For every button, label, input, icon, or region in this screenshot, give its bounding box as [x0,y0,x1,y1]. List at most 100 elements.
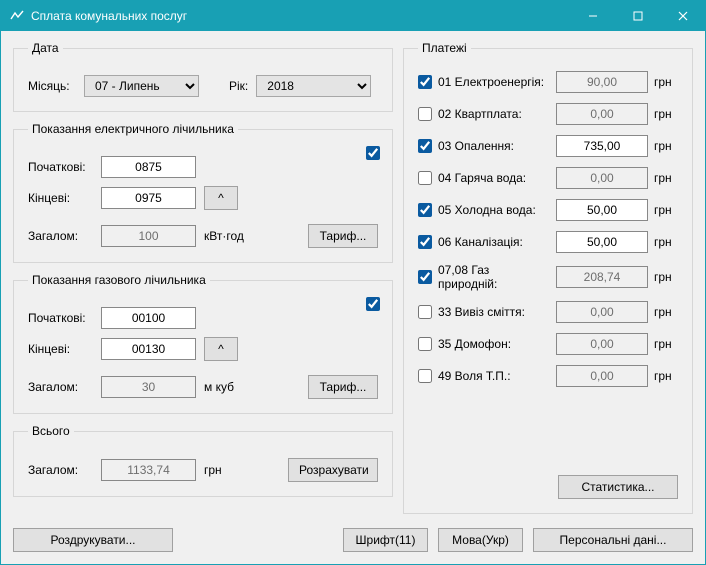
electric-tariff-button[interactable]: Тариф... [308,224,378,248]
electric-total-output [101,225,196,247]
payment-checkbox[interactable] [418,171,432,185]
payment-amount-input [556,365,648,387]
payment-unit: грн [654,270,678,284]
gas-start-input[interactable] [101,307,196,329]
payment-unit: грн [654,337,678,351]
payment-checkbox[interactable] [418,235,432,249]
payment-amount-input[interactable] [556,199,648,221]
payment-label: 02 Квартплата: [438,107,550,121]
payment-row: 01 Електроенергія: грн [418,71,678,93]
payment-checkbox[interactable] [418,369,432,383]
electric-legend: Показання електричного лічильника [28,122,238,136]
payment-row: 49 Воля Т.П.: грн [418,365,678,387]
payment-row: 05 Холодна вода: грн [418,199,678,221]
font-button[interactable]: Шрифт(11) [343,528,428,552]
payment-amount-input[interactable] [556,231,648,253]
titlebar: Сплата комунальних послуг [1,1,705,31]
payment-row: 35 Домофон: грн [418,333,678,355]
payment-label: 03 Опалення: [438,139,550,153]
payment-checkbox[interactable] [418,75,432,89]
payment-unit: грн [654,203,678,217]
gas-start-label: Початкові: [28,311,93,325]
payment-amount-input [556,71,648,93]
electric-start-input[interactable] [101,156,196,178]
payment-checkbox[interactable] [418,337,432,351]
window-title: Сплата комунальних послуг [31,9,570,23]
electric-start-label: Початкові: [28,160,93,174]
statistics-button[interactable]: Статистика... [558,475,678,499]
gas-legend: Показання газового лічильника [28,273,210,287]
gas-enabled-checkbox[interactable] [366,297,380,311]
payment-checkbox[interactable] [418,107,432,121]
footer-toolbar: Роздрукувати... Шрифт(11) Мова(Укр) Перс… [13,528,693,552]
date-legend: Дата [28,41,63,55]
payment-checkbox[interactable] [418,139,432,153]
gas-end-label: Кінцеві: [28,342,93,356]
total-legend: Всього [28,424,74,438]
maximize-button[interactable] [615,1,660,31]
month-label: Місяць: [28,79,76,93]
electric-end-input[interactable] [101,187,196,209]
payments-legend: Платежі [418,41,471,55]
electric-enabled-checkbox[interactable] [366,146,380,160]
payment-checkbox[interactable] [418,305,432,319]
payment-amount-input [556,301,648,323]
electric-up-button[interactable]: ^ [204,186,238,210]
payment-amount-input[interactable] [556,135,648,157]
payment-unit: грн [654,107,678,121]
app-window: Сплата комунальних послуг Дата Місяць: 0… [0,0,706,565]
payment-row: 03 Опалення: грн [418,135,678,157]
gas-up-button[interactable]: ^ [204,337,238,361]
payment-label: 01 Електроенергія: [438,75,550,89]
payment-row: 33 Вивіз сміття: грн [418,301,678,323]
gas-group: Показання газового лічильника Початкові:… [13,273,393,414]
payment-row: 07,08 Газ природній: грн [418,263,678,291]
language-button[interactable]: Мова(Укр) [438,528,523,552]
year-label: Рік: [229,79,248,93]
print-button[interactable]: Роздрукувати... [13,528,173,552]
gas-tariff-button[interactable]: Тариф... [308,375,378,399]
personal-data-button[interactable]: Персональні дані... [533,528,693,552]
app-icon [9,8,25,24]
total-output [101,459,196,481]
payment-amount-input [556,333,648,355]
gas-end-input[interactable] [101,338,196,360]
electric-total-label: Загалом: [28,229,93,243]
payment-unit: грн [654,369,678,383]
month-select[interactable]: 07 - Липень [84,75,199,97]
close-button[interactable] [660,1,705,31]
date-group: Дата Місяць: 07 - Липень Рік: 2018 [13,41,393,112]
payment-label: 33 Вивіз сміття: [438,305,550,319]
total-group: Всього Загалом: грн Розрахувати [13,424,393,497]
gas-total-label: Загалом: [28,380,93,394]
total-unit: грн [204,463,234,477]
payment-checkbox[interactable] [418,203,432,217]
payment-label: 07,08 Газ природній: [438,263,550,291]
electric-group: Показання електричного лічильника Початк… [13,122,393,263]
payment-label: 49 Воля Т.П.: [438,369,550,383]
payment-amount-input [556,266,648,288]
payments-group: Платежі 01 Електроенергія:грн02 Квартпла… [403,41,693,514]
payment-checkbox[interactable] [418,270,432,284]
payment-label: 35 Домофон: [438,337,550,351]
gas-unit: м куб [204,380,259,394]
payment-unit: грн [654,139,678,153]
payment-amount-input [556,167,648,189]
payment-unit: грн [654,305,678,319]
payment-amount-input [556,103,648,125]
minimize-button[interactable] [570,1,615,31]
calculate-button[interactable]: Розрахувати [288,458,378,482]
payment-label: 05 Холодна вода: [438,203,550,217]
payment-unit: грн [654,75,678,89]
electric-unit: кВт·год [204,229,259,243]
payment-row: 02 Квартплата: грн [418,103,678,125]
payment-label: 04 Гаряча вода: [438,171,550,185]
electric-end-label: Кінцеві: [28,191,93,205]
payment-unit: грн [654,235,678,249]
payment-row: 06 Каналізація: грн [418,231,678,253]
total-label: Загалом: [28,463,93,477]
payment-unit: грн [654,171,678,185]
year-select[interactable]: 2018 [256,75,371,97]
payment-label: 06 Каналізація: [438,235,550,249]
gas-total-output [101,376,196,398]
